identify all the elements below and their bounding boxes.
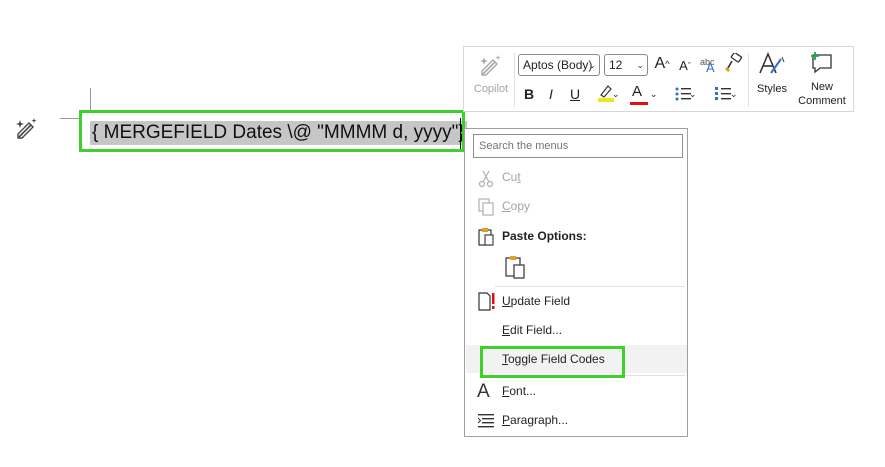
bold-button[interactable]: B [522,85,536,103]
update-field-icon [477,292,497,312]
chevron-down-icon: ⌄ [612,89,620,99]
styles-icon [759,51,785,74]
styles-button[interactable]: Styles [752,51,792,107]
numbering-button[interactable]: ⌄ [708,85,738,105]
underline-button[interactable]: U [568,85,582,103]
shrink-font-button[interactable]: Aˇ [676,57,694,75]
grow-font-button[interactable]: A^ [653,55,671,73]
scissors-icon [477,168,497,188]
paste-options-label: Paste Options: [502,229,587,243]
new-comment-icon [811,52,832,74]
paste-keep-text-only-button[interactable] [503,254,527,280]
menu-item-paragraph-label: Paragraph... [502,413,569,427]
menu-item-cut-label: Cut [502,170,521,184]
font-color-swatch [630,102,648,105]
chevron-down-icon: ⌄ [689,89,697,99]
font-size-value: 12 [609,58,623,72]
menu-item-update-field-label: Update Field [502,294,571,308]
toggle-field-codes-highlight-box [480,346,625,378]
menu-item-edit-field[interactable]: Edit Field... [465,318,687,344]
menu-item-cut[interactable]: Cut [465,165,687,191]
font-name-dropdown[interactable]: Aptos (Body) ⌄ [518,54,600,76]
copilot-button[interactable]: Copilot [470,51,512,107]
paste-clipboard-icon [505,256,525,279]
font-name-value: Aptos (Body) [523,58,593,72]
font-size-dropdown[interactable]: 12 ⌄ [604,54,648,76]
font-color-icon: A [632,83,643,100]
menu-item-font-label: Font... [502,384,537,398]
chevron-down-icon: ⌄ [588,60,596,70]
styles-label: Styles [757,83,787,95]
new-comment-button[interactable]: New Comment [794,51,850,107]
menu-item-update-field[interactable]: Update Field [465,289,687,315]
format-painter-button[interactable] [724,51,744,77]
chevron-down-icon: ⌄ [650,89,658,99]
copy-icon [477,197,497,217]
font-icon: A [477,381,490,402]
italic-button[interactable]: I [544,85,558,103]
highlight-color-button[interactable]: ⌄ [592,83,620,107]
context-menu: Cut Copy Paste Options: Update Field Edi… [464,128,688,437]
copilot-icon [480,55,501,76]
copilot-label: Copilot [473,83,509,95]
menu-item-copy[interactable]: Copy [465,194,687,220]
menu-search-input[interactable] [473,134,683,158]
menu-item-font[interactable]: A Font... [465,379,687,405]
grow-font-icon: A [654,55,666,72]
mini-toolbar: Copilot Aptos (Body) ⌄ 12 ⌄ A^ Aˇ abc A … [463,46,854,112]
new-comment-label: New Comment [798,81,846,107]
clear-formatting-button[interactable]: abc A [700,53,720,75]
menu-item-edit-field-label: Edit Field... [502,323,563,337]
clipboard-icon [477,227,497,247]
bullets-button[interactable]: ⌄ [669,85,697,105]
menu-item-paragraph[interactable]: Paragraph... [465,408,687,434]
menu-item-paste-options: Paste Options: [465,224,687,250]
paragraph-icon [477,411,497,431]
copilot-sparkle-icon[interactable] [14,116,42,144]
format-painter-icon [725,51,743,72]
chevron-down-icon: ⌄ [636,60,644,70]
toolbar-separator [514,53,515,107]
menu-divider [495,286,685,287]
chevron-down-icon: ⌄ [730,89,738,99]
toolbar-separator [748,53,749,107]
field-code-highlight-box [79,110,465,152]
margin-guide-vertical [90,88,91,112]
menu-item-copy-label: Copy [502,199,531,213]
shrink-font-icon: A [679,58,688,73]
font-color-button[interactable]: A ⌄ [630,83,658,107]
